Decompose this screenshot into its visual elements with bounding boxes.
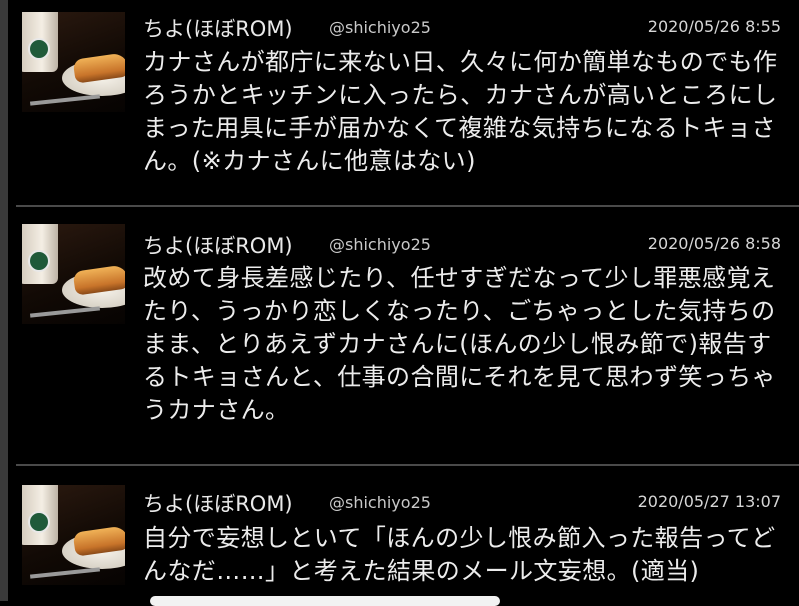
popup-handle[interactable] xyxy=(150,596,500,606)
tweet-divider xyxy=(16,205,799,207)
tweet-timeline: ちよ(ほぼROM) @shichiyo25 2020/05/26 8:55 カナ… xyxy=(16,0,799,601)
tweet[interactable]: ちよ(ほぼROM) @shichiyo25 2020/05/27 13:07 自… xyxy=(16,467,799,601)
user-handle[interactable]: @shichiyo25 xyxy=(329,18,431,37)
tweet[interactable]: ちよ(ほぼROM) @shichiyo25 2020/05/26 8:58 改め… xyxy=(16,208,799,465)
scroll-edge xyxy=(0,0,8,601)
tweet-divider xyxy=(16,464,799,466)
tweet-timestamp[interactable]: 2020/05/26 8:58 xyxy=(648,234,781,253)
cup-logo-graphic xyxy=(28,250,50,272)
user-handle[interactable]: @shichiyo25 xyxy=(329,235,431,254)
fork-graphic xyxy=(29,567,101,579)
user-name[interactable]: ちよ(ほぼROM) xyxy=(143,230,293,260)
fork-graphic xyxy=(29,94,101,106)
fork-graphic xyxy=(29,306,101,318)
tweet-timestamp[interactable]: 2020/05/27 13:07 xyxy=(638,492,781,511)
tweet[interactable]: ちよ(ほぼROM) @shichiyo25 2020/05/26 8:55 カナ… xyxy=(16,0,799,206)
cup-logo-graphic xyxy=(28,38,50,60)
avatar[interactable] xyxy=(22,224,125,324)
tweet-text: 改めて身長差感じたり、任せすぎだなって少し罪悪感覚えたり、うっかり恋しくなったり… xyxy=(143,264,776,424)
user-name[interactable]: ちよ(ほぼROM) xyxy=(143,488,293,518)
tweet-text: カナさんが都庁に来ない日、久々に何か簡単なものでも作ろうかとキッチンに入ったら、… xyxy=(143,48,778,175)
tweet-text: 自分で妄想しといて「ほんの少し恨み節入った報告ってどんなだ……」と考えた結果のメ… xyxy=(143,524,776,585)
avatar[interactable] xyxy=(22,485,125,585)
cup-logo-graphic xyxy=(28,511,50,533)
user-name[interactable]: ちよ(ほぼROM) xyxy=(143,13,293,43)
tweet-timestamp[interactable]: 2020/05/26 8:55 xyxy=(648,17,781,36)
user-handle[interactable]: @shichiyo25 xyxy=(329,493,431,512)
avatar[interactable] xyxy=(22,12,125,112)
